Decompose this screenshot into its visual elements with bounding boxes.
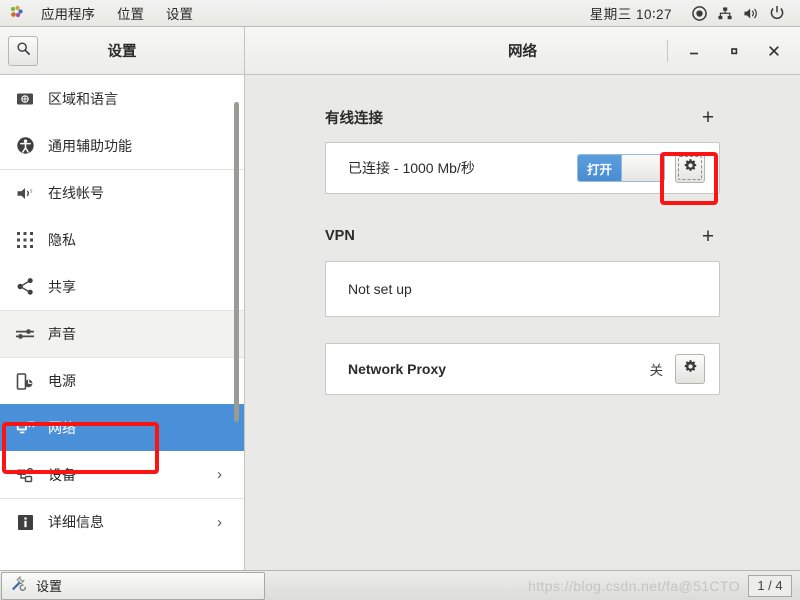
network-proxy-label: Network Proxy [348, 361, 447, 377]
network-icon [14, 417, 36, 439]
window-controls [667, 27, 800, 74]
sidebar-item-power[interactable]: 电源 [0, 357, 244, 404]
sidebar-item-region-language[interactable]: 区域和语言 [0, 75, 244, 122]
menu-applications[interactable]: 应用程序 [30, 0, 106, 26]
settings-window: 设置 网络 区域和语言 通用辅助功能 s 在线帐号 隐私 共享 声音 电源 网络… [0, 27, 800, 570]
add-wired-button[interactable]: + [696, 105, 720, 129]
wired-section-header: 有线连接 + [325, 103, 720, 131]
sharing-icon [14, 276, 36, 298]
sidebar-item-label: 详细信息 [48, 514, 104, 530]
wired-toggle-knob [620, 155, 664, 181]
wired-controls: 打开 [577, 153, 705, 183]
sidebar-item-accessibility[interactable]: 通用辅助功能 [0, 122, 244, 169]
accessibility-icon [14, 135, 36, 157]
volume-icon[interactable] [738, 0, 764, 26]
menu-places[interactable]: 位置 [106, 0, 155, 26]
sidebar-item-label: 共享 [48, 278, 76, 295]
top-panel-menus: 应用程序 位置 设置 [0, 0, 204, 26]
sidebar-item-label: 隐私 [48, 231, 76, 248]
sidebar-item-label: 在线帐号 [48, 185, 104, 201]
network-settings-panel: 有线连接 + 已连接 - 1000 Mb/秒 打开 VPN + Not set … [245, 75, 800, 570]
wired-connection-row: 已连接 - 1000 Mb/秒 打开 [325, 142, 720, 194]
vpn-status-label: Not set up [348, 281, 412, 297]
svg-text:s: s [29, 188, 32, 194]
content-header: 网络 [245, 27, 800, 75]
wired-status-label: 已连接 - 1000 Mb/秒 [348, 160, 475, 176]
chevron-right-icon: › [217, 513, 222, 531]
screen: 应用程序 位置 设置 星期三 10∶27 设置 网络 区域和语言 通用辅助功能 … [0, 0, 800, 600]
vpn-section-title: VPN [325, 228, 355, 244]
gear-icon [683, 158, 698, 178]
sidebar-item-sharing[interactable]: 共享 [0, 263, 244, 310]
proxy-settings-button[interactable] [675, 354, 705, 384]
add-vpn-button[interactable]: + [696, 224, 720, 248]
taskbar-window-settings[interactable]: 设置 [1, 571, 265, 600]
gnome-foot-icon [8, 5, 24, 21]
sidebar-item-label: 区域和语言 [48, 90, 118, 107]
details-info-icon [14, 511, 36, 533]
sidebar-item-online-accounts[interactable]: s 在线帐号 [0, 169, 244, 216]
search-icon [16, 41, 31, 61]
chevron-right-icon: › [217, 466, 222, 483]
minimize-button[interactable] [674, 34, 714, 68]
sidebar-item-sound[interactable]: 声音 [0, 310, 244, 357]
sidebar-item-label: 声音 [48, 326, 76, 342]
sound-icon [14, 323, 36, 345]
sidebar-item-network[interactable]: 网络 [0, 404, 244, 451]
sidebar-item-label: 设备 [48, 466, 76, 483]
devices-icon [14, 464, 36, 486]
power-icon[interactable] [764, 0, 790, 26]
vpn-row[interactable]: Not set up [325, 261, 720, 317]
top-panel: 应用程序 位置 设置 星期三 10∶27 [0, 0, 800, 27]
taskbar-window-label: 设置 [36, 579, 63, 594]
window-body: 区域和语言 通用辅助功能 s 在线帐号 隐私 共享 声音 电源 网络 设备 › … [0, 75, 800, 570]
proxy-status-text: 关 [649, 363, 664, 378]
wired-section-title: 有线连接 [325, 110, 383, 127]
search-button[interactable] [8, 35, 38, 66]
wired-toggle-label: 打开 [578, 155, 621, 181]
menu-settings[interactable]: 设置 [155, 0, 204, 26]
workspace-switcher[interactable]: 1 / 4 [748, 574, 792, 597]
maximize-button[interactable] [714, 34, 754, 68]
sidebar-item-label: 通用辅助功能 [48, 137, 132, 154]
privacy-icon [14, 229, 36, 251]
sidebar-scrollbar[interactable] [234, 102, 239, 422]
gear-icon [683, 359, 698, 379]
network-wired-icon[interactable] [712, 0, 738, 26]
window-titlebar: 设置 网络 [0, 27, 800, 75]
sidebar-item-devices[interactable]: 设备 › [0, 451, 244, 498]
network-proxy-row: Network Proxy 关 [325, 343, 720, 395]
settings-sidebar: 区域和语言 通用辅助功能 s 在线帐号 隐私 共享 声音 电源 网络 设备 › … [0, 75, 245, 570]
online-accounts-icon: s [14, 182, 36, 204]
sidebar-item-details[interactable]: 详细信息 › [0, 498, 244, 545]
region-language-icon [14, 88, 36, 110]
wired-toggle-switch[interactable]: 打开 [577, 154, 665, 182]
sidebar-header: 设置 [0, 27, 245, 75]
power-battery-icon [14, 370, 36, 392]
titlebar-divider [667, 39, 668, 62]
proxy-controls: 关 [649, 354, 705, 384]
sidebar-item-label: 网络 [48, 419, 76, 436]
top-panel-tray: 星期三 10∶27 [590, 0, 800, 26]
sidebar-item-privacy[interactable]: 隐私 [0, 216, 244, 263]
vpn-section-header: VPN + [325, 222, 720, 250]
wired-settings-button[interactable] [675, 153, 705, 183]
watermark-text: https://blog.csdn.net/fa@51CTO [528, 578, 740, 594]
tools-icon [10, 574, 28, 597]
close-button[interactable] [754, 34, 794, 68]
recording-indicator-icon[interactable] [686, 0, 712, 26]
sidebar-item-label: 电源 [48, 373, 76, 389]
clock[interactable]: 星期三 10∶27 [590, 3, 686, 23]
